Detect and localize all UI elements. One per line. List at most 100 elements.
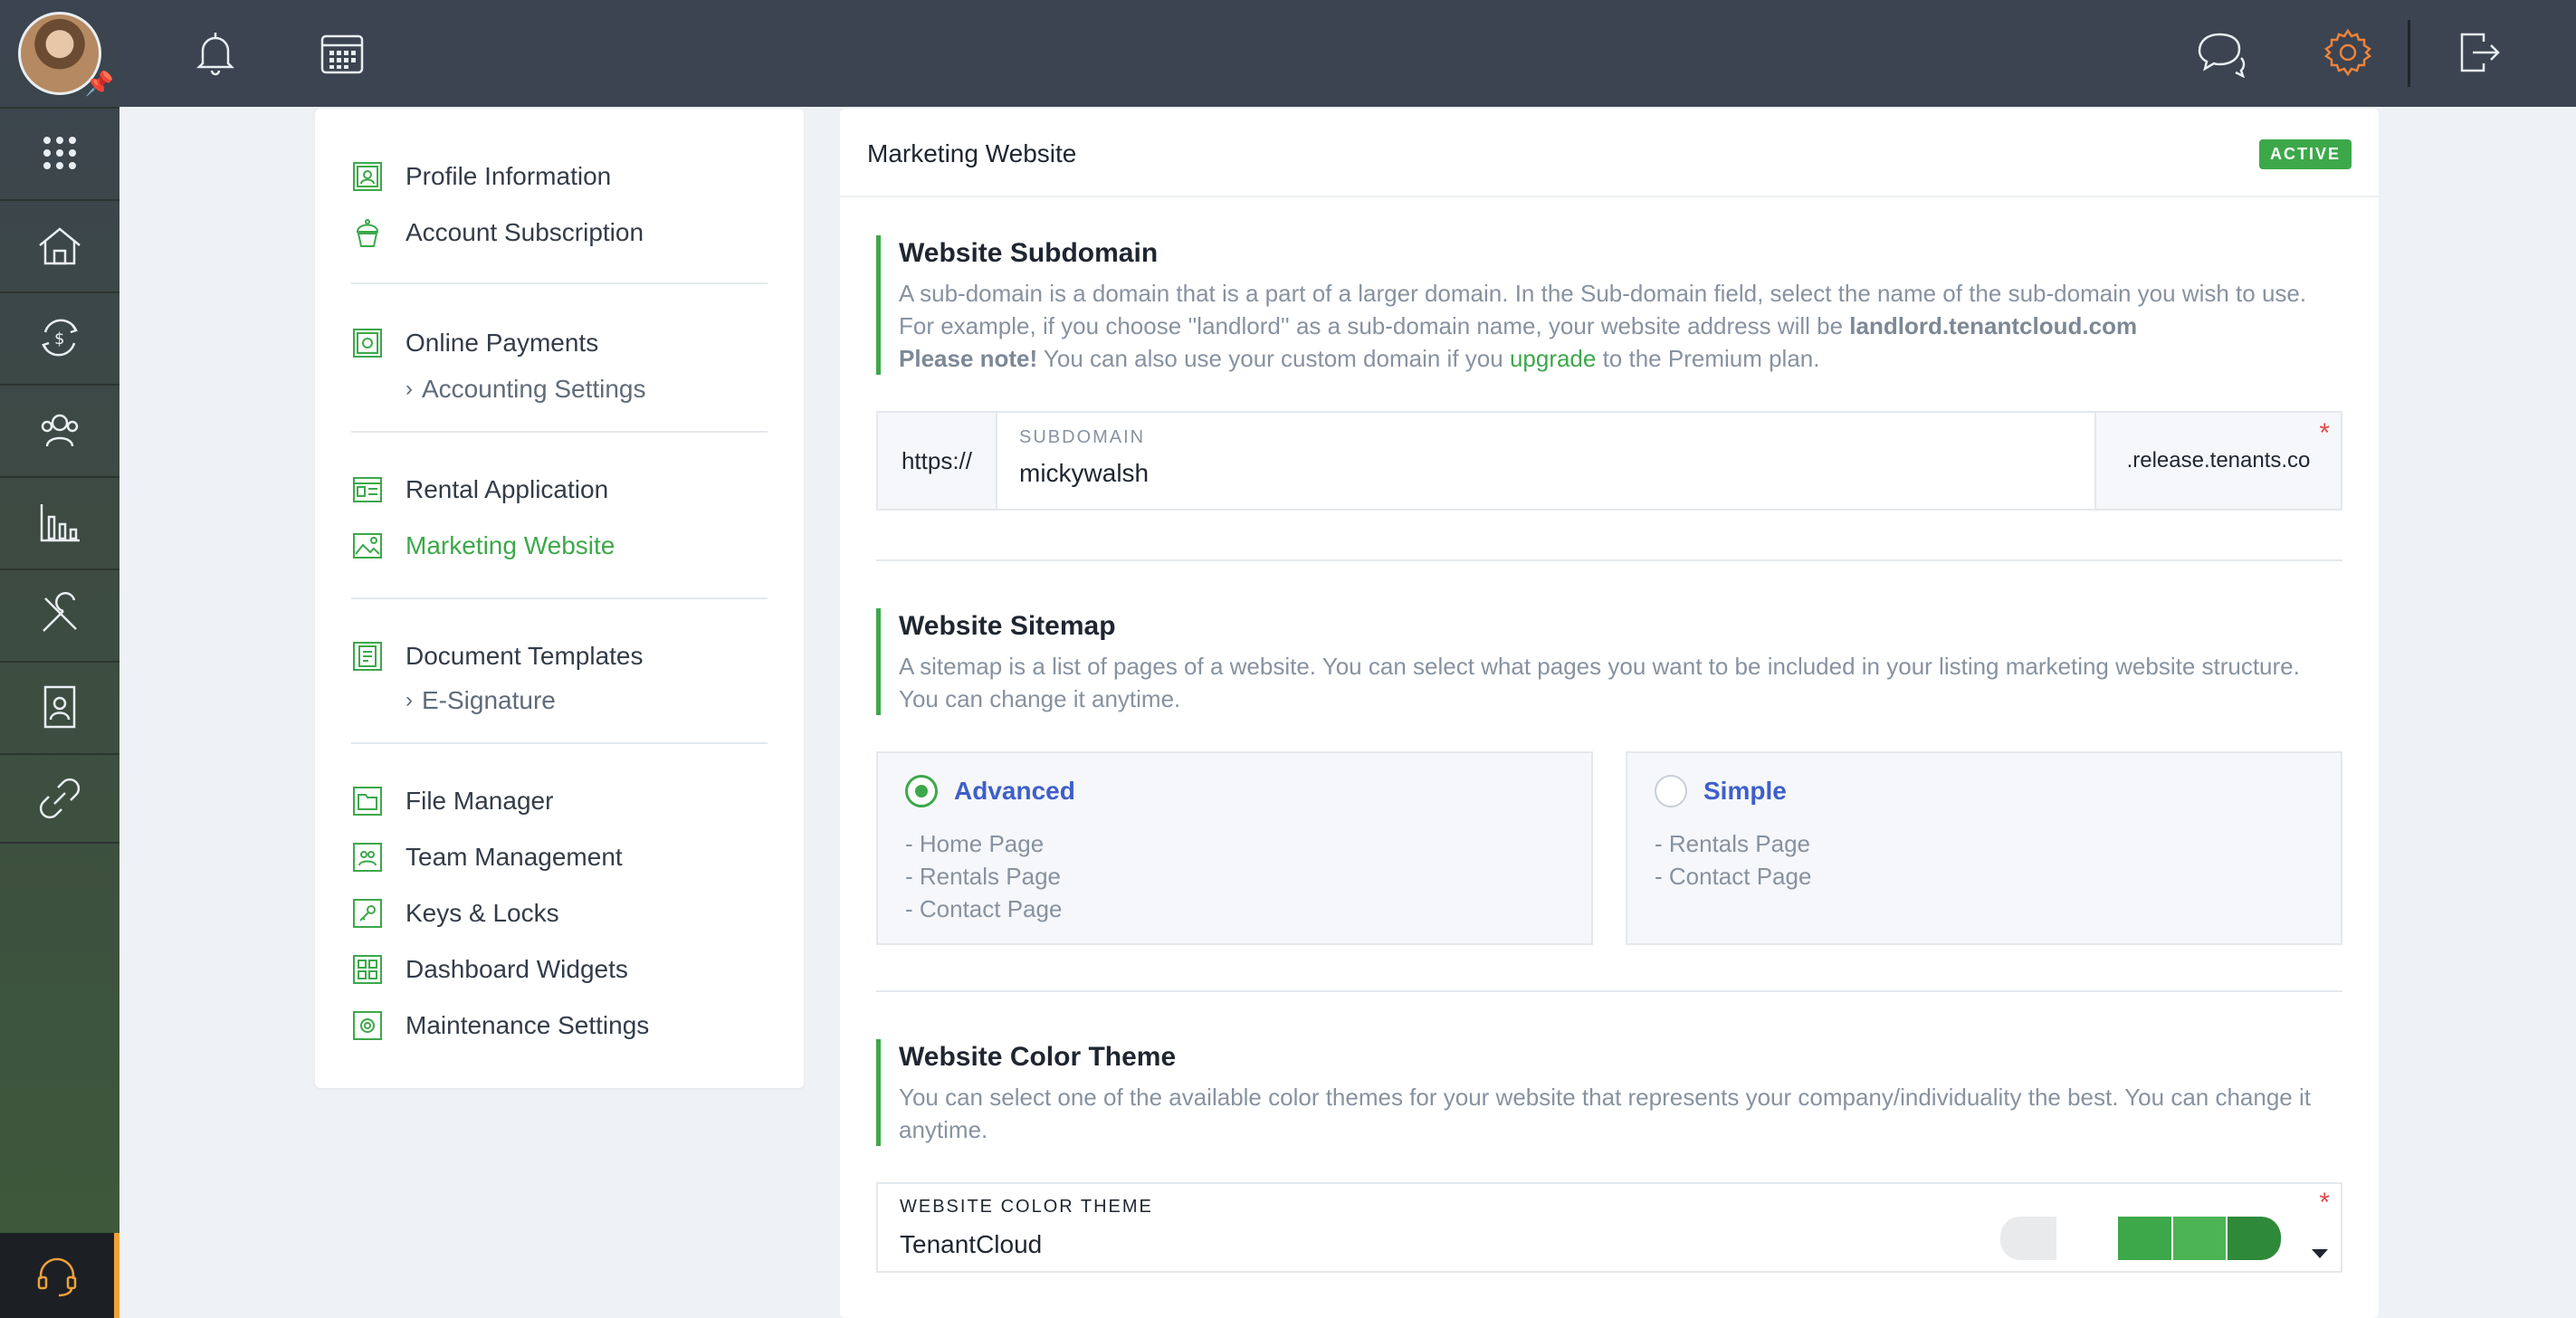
domain-suffix: .release.tenants.co * [2094,413,2341,509]
cupcake-icon [351,216,384,249]
radio-advanced[interactable] [905,775,938,807]
chevron-right-icon: › [405,377,413,401]
settings-menu: Profile Information Account Subscription… [315,109,804,1088]
domain-suffix-text: .release.tenants.co [2126,448,2311,473]
color-theme-select[interactable]: WEBSITE COLOR THEME TenantCloud * [876,1182,2342,1273]
top-bar [119,0,2576,107]
user-avatar-wrap[interactable]: 📌 [0,0,119,107]
menu-label: Profile Information [405,162,612,190]
note-end: to the Premium plan. [1596,345,1820,372]
link-icon[interactable] [0,753,119,844]
option-header: Advanced [905,775,1564,807]
select-value: TenantCloud [900,1230,1043,1258]
chat-icon[interactable] [2194,25,2248,80]
menu-label: Rental Application [405,475,609,503]
menu-separator [351,431,768,433]
chevron-down-icon[interactable] [2312,1249,2328,1258]
gear-icon[interactable] [2321,25,2375,80]
required-marker: * [2319,1188,2330,1218]
submenu-label: E-Signature [422,686,556,714]
section-intro: Website Subdomain A sub-domain is a doma… [876,235,2342,375]
headset-icon [37,1257,77,1297]
menu-separator [351,282,768,284]
section-title: Website Sitemap [899,611,1116,641]
chevron-right-icon: › [405,688,413,712]
menu-item-profile[interactable]: Profile Information [351,156,611,197]
subdomain-field[interactable]: SUBDOMAIN mickywalsh [997,413,2094,509]
note-label: Please note! [899,345,1038,372]
menu-item-online-payments[interactable]: Online Payments [351,322,598,364]
note-text: You can also use your custom domain if y… [1037,345,1510,372]
menu-item-dashboard-widgets[interactable]: Dashboard Widgets [351,949,628,990]
properties-icon[interactable] [0,199,119,290]
widgets-icon [351,953,384,986]
key-icon [351,897,384,930]
menu-item-marketing-website[interactable]: Marketing Website [351,525,615,567]
help-button[interactable] [0,1233,119,1318]
menu-label: Document Templates [405,642,644,670]
marketing-website-panel: Marketing Website ACTIVE Website Subdoma… [840,109,2379,1318]
menu-label: Maintenance Settings [405,1011,650,1039]
subdomain-input[interactable]: mickywalsh [1019,459,2073,488]
subdomain-label: SUBDOMAIN [1019,427,1146,447]
documents-icon[interactable] [0,661,119,751]
menu-item-rental-application[interactable]: Rental Application [351,469,608,511]
people-icon[interactable] [0,384,119,474]
payments-icon[interactable]: $ [0,291,119,382]
menu-label: Team Management [405,843,623,871]
bell-icon[interactable] [188,25,243,80]
upgrade-link[interactable]: upgrade [1510,345,1596,372]
maintenance-icon[interactable] [0,568,119,659]
section-intro: Website Color Theme You can select one o… [876,1039,2342,1146]
desc-example-domain: landlord.tenantcloud.com [1849,312,2138,339]
section-divider [876,990,2342,992]
status-badge: ACTIVE [2258,139,2352,169]
menu-label: Online Payments [405,329,599,357]
option-pages: - Home Page - Rentals Page - Contact Pag… [905,827,1564,925]
submenu-label: Accounting Settings [422,375,646,403]
menu-label: Keys & Locks [405,899,559,927]
menu-label: Dashboard Widgets [405,955,628,983]
section-divider [876,559,2342,561]
menu-item-document-templates[interactable]: Document Templates [351,635,644,677]
swatch [2118,1217,2173,1260]
page-line: - Contact Page [905,895,1063,922]
page-line: - Contact Page [1655,863,1812,890]
menu-separator [351,597,768,599]
section-description: You can select one of the available colo… [899,1084,2311,1143]
topbar-divider [2408,20,2410,87]
menu-label: File Manager [405,787,554,815]
logout-icon[interactable] [2451,25,2505,80]
section-description: A sub-domain is a domain that is a part … [899,277,2342,375]
menu-item-keys-locks[interactable]: Keys & Locks [351,893,559,934]
menu-item-file-manager[interactable]: File Manager [351,780,553,822]
menu-subitem-esignature[interactable]: › E-Signature [405,683,556,719]
document-icon [351,640,384,673]
team-icon [351,841,384,874]
calendar-icon[interactable] [315,25,369,80]
menu-label: Marketing Website [405,531,615,559]
menu-subitem-accounting[interactable]: › Accounting Settings [405,371,646,407]
swatch-greens [2118,1217,2281,1260]
application-icon [351,473,384,506]
section-intro: Website Sitemap A sitemap is a list of p… [876,608,2342,715]
panel-header: Marketing Website ACTIVE [840,109,2379,197]
sitemap-option-advanced[interactable]: Advanced - Home Page - Rentals Page - Co… [876,751,1593,945]
color-theme-section: Website Color Theme You can select one o… [876,1039,2342,1146]
swatch-gray [2000,1217,2056,1260]
pin-icon[interactable]: 📌 [85,70,114,98]
subdomain-section: Website Subdomain A sub-domain is a doma… [876,235,2342,375]
reports-icon[interactable] [0,476,119,567]
image-icon [351,530,384,562]
option-header: Simple [1655,775,2314,807]
menu-item-team-management[interactable]: Team Management [351,836,623,878]
option-pages: - Rentals Page - Contact Page [1655,827,2314,893]
menu-item-maintenance-settings[interactable]: Maintenance Settings [351,1005,649,1046]
menu-item-subscription[interactable]: Account Subscription [351,212,644,253]
swatch [2228,1217,2281,1260]
svg-text:$: $ [54,330,64,349]
apps-grid-icon[interactable] [0,107,119,197]
section-title: Website Subdomain [899,238,1159,268]
radio-simple[interactable] [1655,775,1687,807]
sitemap-option-simple[interactable]: Simple - Rentals Page - Contact Page [1626,751,2342,945]
